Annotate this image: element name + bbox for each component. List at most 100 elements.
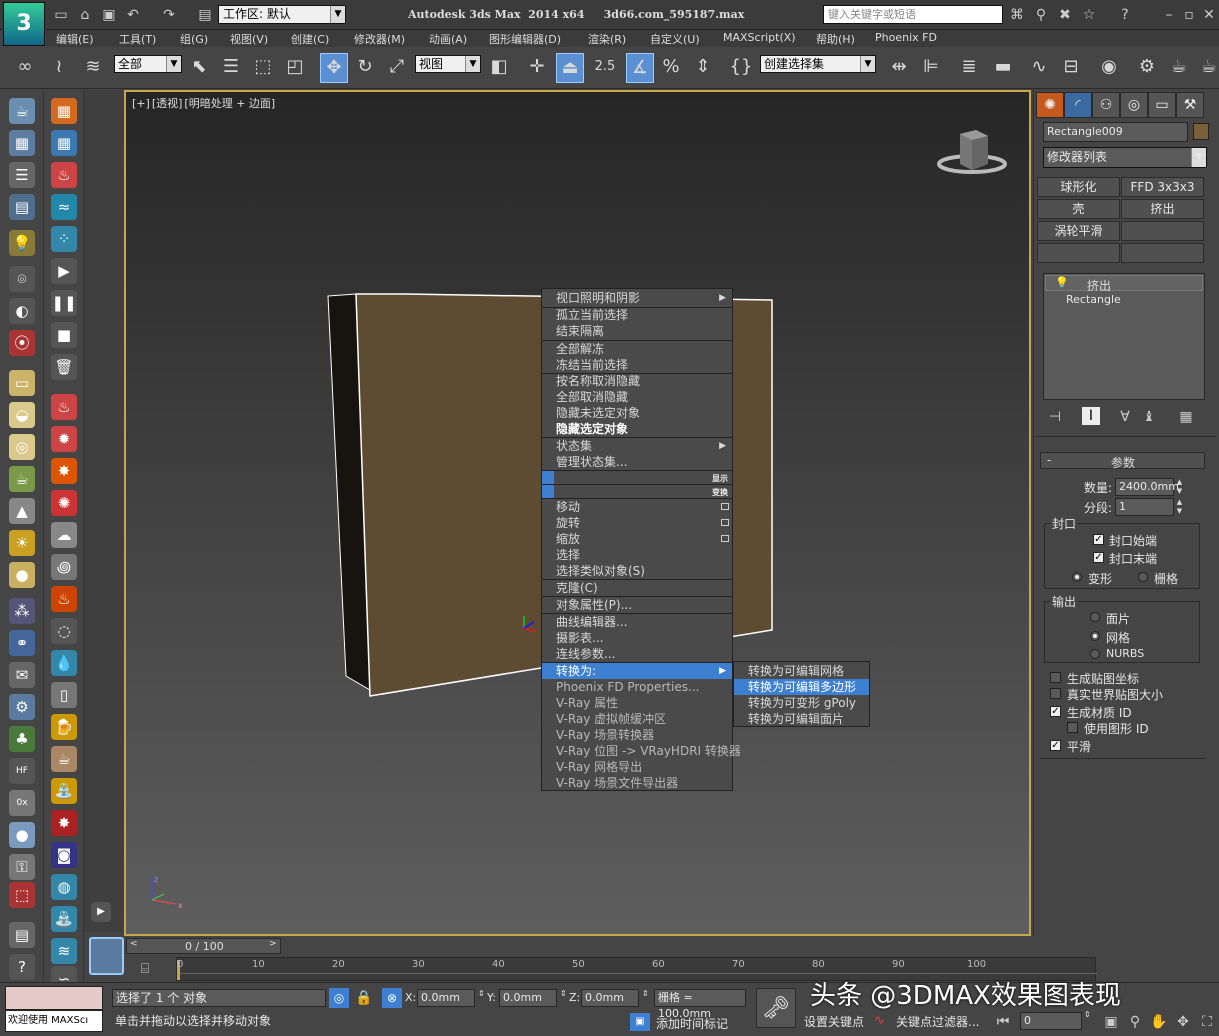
tools-icon[interactable]: ✖ — [1056, 6, 1074, 24]
prev-frame-icon[interactable]: < — [130, 939, 138, 949]
menu-convert-editable-patch[interactable]: 转换为可编辑面片 — [734, 711, 869, 727]
binoculars-icon[interactable]: ⌘ — [1008, 6, 1026, 24]
menu-wire-parameters[interactable]: 连线参数... — [542, 646, 732, 662]
mirror-icon[interactable]: ⇹ — [886, 53, 912, 81]
modifier-empty-button[interactable] — [1121, 243, 1204, 263]
list-icon[interactable]: ☰ — [9, 162, 35, 188]
add-time-tag-button[interactable]: 添加时间标记 — [656, 1015, 728, 1032]
hemisphere-icon[interactable]: ◒ — [9, 402, 35, 428]
time-slider[interactable]: < 0 / 100 > — [126, 938, 281, 954]
minimize-icon[interactable]: – — [1160, 6, 1178, 24]
patch-radio[interactable] — [1090, 612, 1100, 622]
current-frame-field[interactable]: 0 — [1020, 1012, 1082, 1030]
curve-editor-icon[interactable]: ∿ — [1026, 53, 1052, 81]
open-file-icon[interactable]: ⌂ — [76, 6, 94, 24]
keyboard-shortcut-toggle-icon[interactable]: ⏏ — [556, 53, 584, 83]
menu-views[interactable]: 视图(V) — [230, 31, 268, 47]
select-manipulate-icon[interactable]: ✛ — [524, 53, 550, 81]
angle-snap-icon[interactable]: ∡ — [626, 53, 654, 83]
spinner-snap-icon[interactable]: ⇕ — [690, 53, 716, 81]
splash-icon[interactable]: 💧 — [51, 650, 77, 676]
play-icon[interactable]: ▶ — [51, 258, 77, 284]
smooth-checkbox[interactable]: ✓ — [1050, 740, 1061, 751]
menu-convert-editable-poly[interactable]: 转换为可编辑多边形 — [734, 679, 869, 695]
menu-select[interactable]: 选择 — [542, 547, 732, 563]
bottle-icon[interactable]: ▯ — [51, 682, 77, 708]
swirl-icon[interactable]: ◌ — [51, 618, 77, 644]
rectangle-selection-icon[interactable]: ⬚ — [250, 53, 276, 81]
parameters-rollout-header[interactable]: - 参数 — [1040, 452, 1205, 470]
make-unique-icon[interactable]: ∀ — [1116, 408, 1134, 426]
modifier-turbosmooth-button[interactable]: 涡轮平滑 — [1037, 221, 1120, 241]
select-move-icon[interactable]: ✥ — [320, 53, 348, 83]
stop-icon[interactable]: ■ — [51, 322, 77, 348]
maximize-viewport-icon[interactable]: ⛶ — [1198, 1013, 1216, 1031]
stack-item-rectangle[interactable]: Rectangle — [1066, 293, 1121, 306]
use-shape-ids-checkbox[interactable] — [1067, 722, 1078, 733]
pan-hand-icon[interactable]: ✋ — [1150, 1013, 1168, 1031]
wave-icon[interactable]: ◍ — [51, 874, 77, 900]
x-coordinate-field[interactable]: 0.0mm — [417, 989, 475, 1007]
viewport-shading-label[interactable]: [明暗处理 + 边面] — [184, 97, 275, 110]
help-icon[interactable]: ? — [1116, 6, 1134, 24]
table-icon[interactable]: ▤ — [9, 194, 35, 220]
envelope-icon[interactable]: ✉ — [9, 662, 35, 688]
ox-icon[interactable]: 0x — [9, 790, 35, 816]
menu-manage-state-sets[interactable]: 管理状态集... — [542, 454, 732, 470]
remove-modifier-icon[interactable]: ♝ — [1140, 408, 1158, 426]
coffee-icon[interactable]: ☕ — [51, 746, 77, 772]
time-config-icon[interactable]: ▣ — [1102, 1013, 1120, 1031]
menu-unhide-all[interactable]: 全部取消隐藏 — [542, 389, 732, 405]
menu-freeze-selection[interactable]: 冻结当前选择 — [542, 357, 732, 373]
menu-object-properties[interactable]: 对象属性(P)... — [542, 597, 732, 613]
beer-icon[interactable]: 🍺 — [51, 714, 77, 740]
fire-source-icon[interactable]: ✹ — [51, 426, 77, 452]
menu-rendering[interactable]: 渲染(R) — [588, 31, 626, 47]
unlink-icon[interactable]: ≀ — [46, 53, 72, 81]
display-tab-icon[interactable]: ▭ — [1148, 92, 1176, 118]
water-icon[interactable]: ≈ — [51, 194, 77, 220]
isolate-toggle-icon[interactable]: ◎ — [329, 988, 349, 1008]
render-production-icon[interactable]: ☕ — [1196, 53, 1219, 81]
select-by-name-icon[interactable]: ☰ — [218, 53, 244, 81]
z-coordinate-field[interactable]: 0.0mm — [581, 989, 639, 1007]
viewport-pov-label[interactable]: [透视] — [152, 97, 183, 110]
new-file-icon[interactable]: ▭ — [52, 6, 70, 24]
named-selection-dropdown[interactable]: 创建选择集 ▼ — [760, 55, 876, 73]
menu-vray-vfb[interactable]: V-Ray 虚拟帧缓冲区 — [542, 711, 732, 727]
orbit-icon[interactable]: ✥ — [1174, 1013, 1192, 1031]
menu-help[interactable]: 帮助(H) — [816, 31, 855, 47]
pivot-center-icon[interactable]: ◧ — [486, 53, 512, 81]
amount-field[interactable]: 2400.0mm — [1115, 478, 1179, 496]
sphere-icon[interactable]: ● — [9, 562, 35, 588]
menu-dope-sheet[interactable]: 摄影表... — [542, 630, 732, 646]
molecule-icon[interactable]: ⚭ — [9, 630, 35, 656]
schematic-view-icon[interactable]: ⊟ — [1058, 53, 1084, 81]
selection-filter-dropdown[interactable]: 全部 ▼ — [114, 55, 182, 73]
gear-icon[interactable]: ⚙ — [9, 694, 35, 720]
menu-select-similar[interactable]: 选择类似对象(S) — [542, 563, 732, 579]
cone-icon[interactable]: ▲ — [9, 498, 35, 524]
bind-spacewarp-icon[interactable]: ≋ — [80, 53, 106, 81]
real-world-checkbox[interactable] — [1050, 688, 1061, 699]
redo-icon[interactable]: ↷ — [160, 6, 178, 24]
absolute-relative-toggle-icon[interactable]: ⊗ — [382, 988, 402, 1008]
modifier-empty-button[interactable] — [1121, 221, 1204, 241]
mini-curve-editor-icon[interactable]: ⌸ — [136, 960, 154, 978]
app-menu-logo[interactable]: 3 — [3, 2, 45, 46]
menu-unhide-by-name[interactable]: 按名称取消隐藏 — [542, 373, 732, 389]
menu-convert-to[interactable]: 转换为: ▶ — [542, 663, 732, 679]
audio-icon[interactable]: ◐ — [9, 298, 35, 324]
modifier-spherify-button[interactable]: 球形化 — [1037, 177, 1120, 197]
maxscript-listener-top[interactable] — [5, 986, 103, 1010]
menu-edit[interactable]: 编辑(E) — [56, 31, 94, 47]
fountain-icon[interactable]: ⛲ — [51, 906, 77, 932]
menu-phoenix-properties[interactable]: Phoenix FD Properties... — [542, 679, 732, 695]
key-search-icon[interactable]: ⚲ — [1032, 6, 1050, 24]
phoenix-grid-icon[interactable]: ▦ — [51, 98, 77, 124]
sun-icon[interactable]: ☀ — [9, 530, 35, 556]
restore-icon[interactable]: ▫ — [1180, 6, 1198, 24]
next-frame-icon[interactable]: > — [269, 939, 277, 949]
cap-start-checkbox[interactable]: ✓ — [1093, 534, 1104, 545]
modifier-ffd-button[interactable]: FFD 3x3x3 — [1121, 177, 1204, 197]
